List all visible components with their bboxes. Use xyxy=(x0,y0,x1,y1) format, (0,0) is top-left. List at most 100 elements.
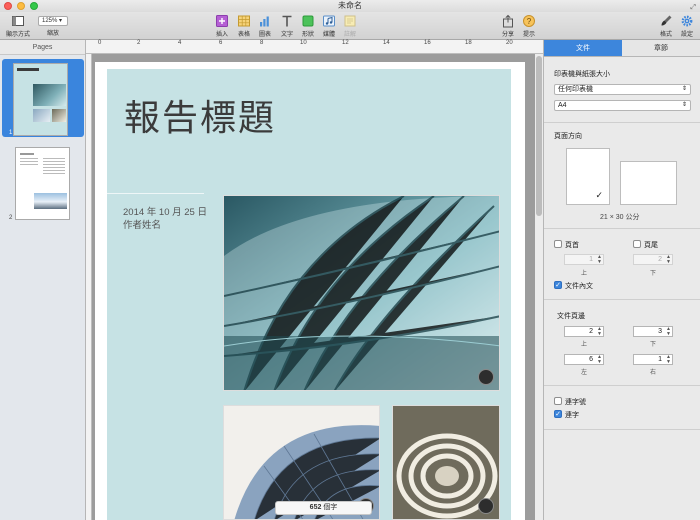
report-date: 2014 年 10 月 25 日 xyxy=(123,207,207,218)
close-window-button[interactable] xyxy=(4,2,12,10)
secondary-photo-right[interactable] xyxy=(392,405,500,520)
footer-checkbox[interactable] xyxy=(633,240,641,248)
window-title: 未命名 xyxy=(338,1,362,10)
ruler-tick: 6 xyxy=(219,40,223,46)
zoom-dropdown[interactable]: 125% ▾ xyxy=(38,16,68,26)
stepper-arrows-icon[interactable]: ▲ ▼ xyxy=(666,355,671,365)
divider xyxy=(544,228,700,229)
word-count-number: 652 xyxy=(309,504,322,511)
media-button[interactable]: 媒體 xyxy=(319,14,339,38)
page-thumbnail-1[interactable] xyxy=(13,63,68,136)
tips-button[interactable]: ? 提示 xyxy=(519,14,539,38)
word-count-indicator[interactable]: 652 個字 xyxy=(275,501,372,515)
header-stepper[interactable]: 1 ▲ ▼ xyxy=(564,254,604,265)
stepper-arrows-icon[interactable]: ▲ ▼ xyxy=(597,327,602,337)
ruler-tick: 0 xyxy=(98,40,102,46)
shape-label: 形狀 xyxy=(301,32,314,38)
footer-label: 頁尾 xyxy=(644,242,658,249)
table-icon xyxy=(238,15,250,27)
margin-bottom-caption: 下 xyxy=(649,342,656,348)
ruler-tick: 12 xyxy=(342,40,349,46)
toolbar: 顯示方式 125% ▾ 縮放 插入 表格 圖表 文字 形狀 媒體 註解 分享 ?… xyxy=(0,12,700,40)
comment-button[interactable]: 註解 xyxy=(340,14,360,38)
date-author-block[interactable]: 2014 年 10 月 25 日 作者姓名 xyxy=(123,206,207,232)
margin-right-value: 1 xyxy=(658,356,662,363)
header-value: 1 xyxy=(589,256,593,263)
format-button[interactable]: 格式 xyxy=(656,14,676,38)
text-button[interactable]: 文字 xyxy=(277,14,297,38)
body-checkbox[interactable]: ✓ xyxy=(554,281,562,289)
scrollbar-thumb[interactable] xyxy=(536,56,542,216)
ruler-tick: 2 xyxy=(137,40,141,46)
printer-paper-label: 印表機與紙張大小 xyxy=(554,71,610,78)
word-count-unit: 個字 xyxy=(323,504,338,511)
format-label: 格式 xyxy=(659,32,672,38)
header-checkbox[interactable] xyxy=(554,240,562,248)
image-icon[interactable] xyxy=(478,498,494,514)
text-icon xyxy=(282,15,292,27)
zoom-window-button[interactable] xyxy=(30,2,38,10)
image-icon[interactable] xyxy=(478,369,494,385)
margin-right-stepper[interactable]: 1 ▲ ▼ xyxy=(633,354,673,365)
stepper-arrows-icon[interactable]: ▲ ▼ xyxy=(666,255,671,265)
ligatures-checkbox[interactable]: ✓ xyxy=(554,410,562,418)
printer-value: 任何印表機 xyxy=(558,86,593,93)
margin-bottom-stepper[interactable]: 3 ▲ ▼ xyxy=(633,326,673,337)
page-thumbnail-2[interactable] xyxy=(15,147,70,220)
zoom-control[interactable]: 125% ▾ 縮放 xyxy=(36,14,70,37)
view-label: 顯示方式 xyxy=(5,32,30,38)
table-button[interactable]: 表格 xyxy=(234,14,254,38)
paper-value: A4 xyxy=(558,102,567,109)
footer-stepper[interactable]: 2 ▲ ▼ xyxy=(633,254,673,265)
document-page[interactable]: 報告標題 2014 年 10 月 25 日 作者姓名 652 個字 xyxy=(95,62,525,520)
printer-select[interactable]: 任何印表機 ⇕ xyxy=(554,84,691,95)
divider xyxy=(544,429,700,430)
margin-top-stepper[interactable]: 2 ▲ ▼ xyxy=(564,326,604,337)
chart-button[interactable]: 圖表 xyxy=(255,14,275,38)
chevron-updown-icon: ⇕ xyxy=(681,86,687,92)
page-number-1: 1 xyxy=(9,130,13,136)
margin-left-caption: 左 xyxy=(580,370,587,376)
ruler-tick: 14 xyxy=(383,40,390,46)
vertical-ruler[interactable] xyxy=(86,54,92,520)
document-inspector: 文件 章節 印表機與紙張大小 任何印表機 ⇕ A4 ⇕ 頁面方向 ✓ 21 × … xyxy=(543,40,700,520)
report-title[interactable]: 報告標題 xyxy=(124,89,276,141)
stepper-arrows-icon[interactable]: ▲ ▼ xyxy=(597,355,602,365)
margin-left-stepper[interactable]: 6 ▲ ▼ xyxy=(564,354,604,365)
paper-dimensions: 21 × 30 公分 xyxy=(600,214,640,221)
shape-button[interactable]: 形狀 xyxy=(298,14,318,38)
tab-section[interactable]: 章節 xyxy=(622,40,700,56)
main-architecture-photo[interactable] xyxy=(223,195,500,391)
document-canvas[interactable]: 0 2 4 6 8 10 12 14 16 18 20 報告標題 2014 年 … xyxy=(86,40,543,520)
svg-text:?: ? xyxy=(527,17,532,26)
divider xyxy=(544,122,700,123)
cover-divider xyxy=(107,193,204,194)
ruler-tick: 20 xyxy=(506,40,513,46)
author-name: 作者姓名 xyxy=(123,220,162,231)
insert-button[interactable]: 插入 xyxy=(212,14,232,38)
insert-label: 插入 xyxy=(215,32,228,38)
setup-button[interactable]: 設定 xyxy=(677,14,697,38)
stepper-arrows-icon[interactable]: ▲ ▼ xyxy=(597,255,602,265)
cover-background: 報告標題 2014 年 10 月 25 日 作者姓名 xyxy=(107,69,511,520)
header-label: 頁首 xyxy=(565,242,579,249)
portrait-orientation-button[interactable]: ✓ xyxy=(566,148,610,205)
landscape-orientation-button[interactable] xyxy=(620,161,677,205)
paintbrush-icon xyxy=(661,15,672,26)
text-label: 文字 xyxy=(280,32,293,38)
view-button[interactable]: 顯示方式 xyxy=(4,14,32,38)
minimize-window-button[interactable] xyxy=(17,2,25,10)
share-button[interactable]: 分享 xyxy=(498,14,518,38)
media-icon xyxy=(323,15,335,27)
share-label: 分享 xyxy=(501,32,514,38)
chart-icon xyxy=(260,16,269,27)
horizontal-ruler[interactable]: 0 2 4 6 8 10 12 14 16 18 20 xyxy=(86,40,543,54)
hyphenation-checkbox[interactable] xyxy=(554,397,562,405)
stepper-arrows-icon[interactable]: ▲ ▼ xyxy=(666,327,671,337)
table-label: 表格 xyxy=(237,32,250,38)
tab-document[interactable]: 文件 xyxy=(544,40,622,56)
paper-size-select[interactable]: A4 ⇕ xyxy=(554,100,691,111)
ruler-tick: 8 xyxy=(260,40,264,46)
chevron-updown-icon: ⇕ xyxy=(681,102,687,108)
ligatures-label: 連字 xyxy=(565,412,579,419)
